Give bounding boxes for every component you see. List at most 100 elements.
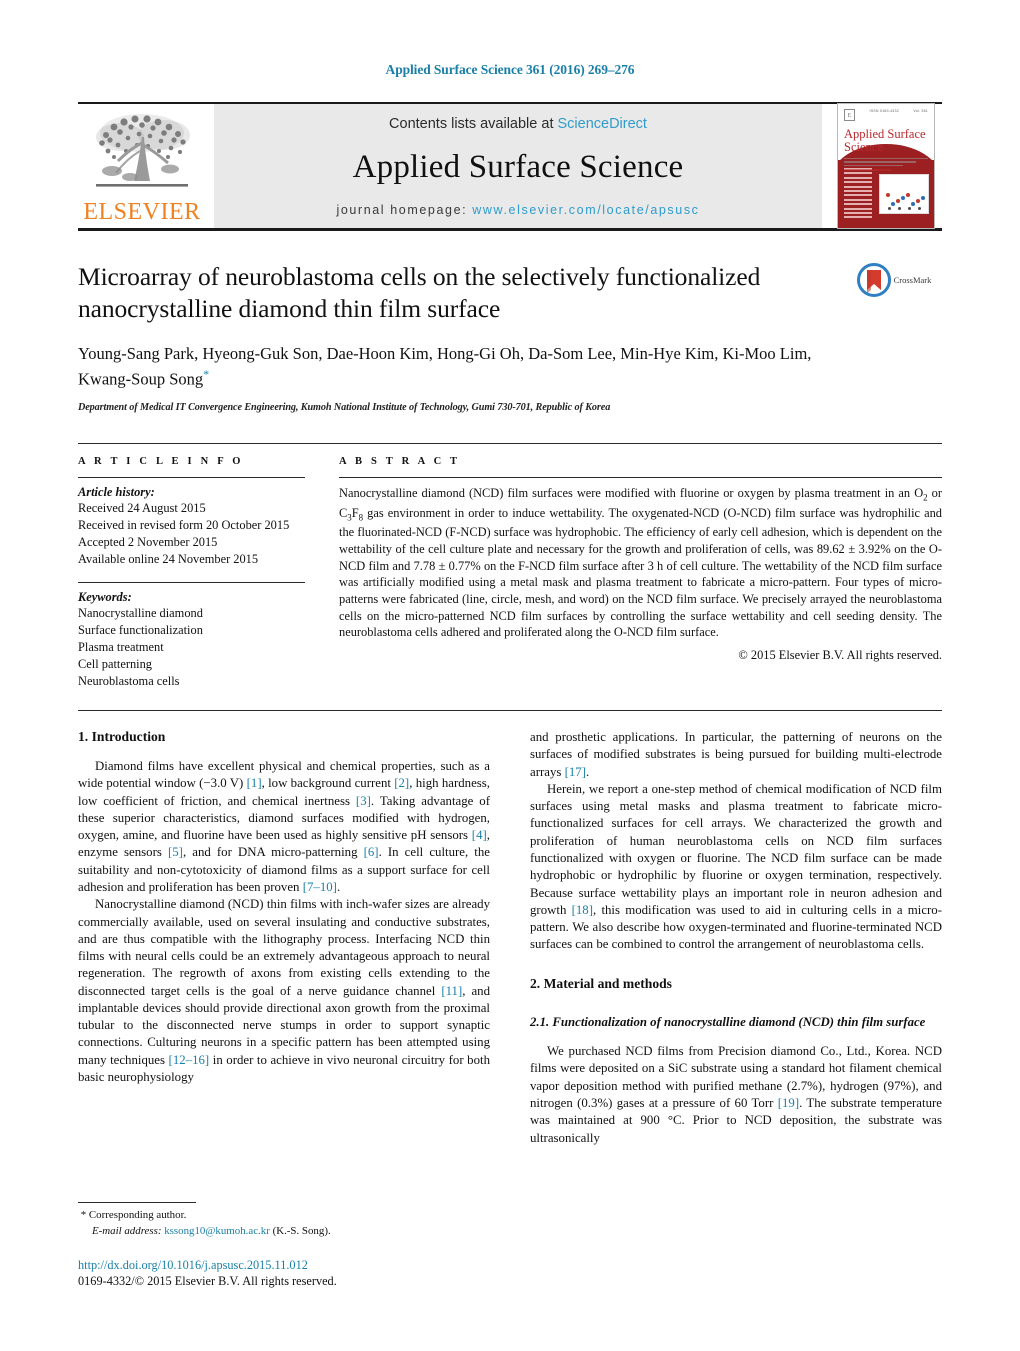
history-item: Received 24 August 2015 bbox=[78, 501, 206, 516]
homepage-prefix: journal homepage: bbox=[336, 203, 468, 217]
body-column-right: and prosthetic applications. In particul… bbox=[530, 729, 942, 1147]
abstract-heading: A B S T R A C T bbox=[339, 456, 461, 468]
cover-figure-inset bbox=[879, 174, 929, 214]
cover-image: E ISSN 0169-4332 Vol. 361 Applied Surfac… bbox=[837, 103, 935, 229]
citation-ref[interactable]: [1] bbox=[247, 776, 262, 790]
cover-rule-3 bbox=[844, 164, 903, 167]
cover-rule-red bbox=[844, 169, 892, 171]
citation-ref[interactable]: [12–16] bbox=[169, 1053, 210, 1067]
cover-contents-lines bbox=[844, 168, 872, 221]
elsevier-tree-icon bbox=[96, 114, 190, 187]
cover-top: E ISSN 0169-4332 Vol. 361 Applied Surfac… bbox=[838, 104, 934, 171]
paragraph: Nanocrystalline diamond (NCD) thin films… bbox=[78, 897, 491, 1084]
corresponding-text: Corresponding author. bbox=[88, 1209, 187, 1222]
running-head: Applied Surface Science 361 (2016) 269–2… bbox=[385, 62, 635, 77]
body-top-rule bbox=[78, 710, 942, 712]
elsevier-wordmark: ELSEVIER bbox=[83, 199, 201, 225]
journal-title: Applied Surface Science bbox=[352, 149, 684, 185]
corresponding-author-marker: * bbox=[203, 367, 210, 382]
keyword-item: Surface functionalization bbox=[78, 623, 203, 638]
keyword-item: Cell patterning bbox=[78, 657, 152, 672]
journal-masthead: ELSEVIER Contents lists available at Sci… bbox=[78, 102, 942, 229]
corresponding-marker: * bbox=[80, 1209, 87, 1222]
crossmark-icon bbox=[856, 263, 891, 297]
keywords-block: Keywords: Nanocrystalline diamond Surfac… bbox=[78, 582, 305, 690]
article-history-label: Article history: bbox=[78, 485, 155, 500]
journal-article-page: Applied Surface Science 361 (2016) 269–2… bbox=[0, 0, 1020, 1351]
masthead-banner: Contents lists available at ScienceDirec… bbox=[214, 104, 822, 228]
cover-issn-code: ISSN 0169-4332 bbox=[869, 109, 899, 113]
footnote-area: * Corresponding author. E-mail address: … bbox=[78, 1202, 490, 1289]
body-column-left: 1. Introduction Diamond films have excel… bbox=[78, 729, 490, 1147]
crossmark-wrap: CrossMark bbox=[846, 261, 942, 413]
keywords-list: Nanocrystalline diamond Surface function… bbox=[78, 605, 305, 690]
elsevier-logo: ELSEVIER bbox=[78, 104, 206, 228]
history-item: Received in revised form 20 October 2015 bbox=[78, 518, 290, 533]
affiliation: Department of Medical IT Convergence Eng… bbox=[78, 402, 611, 414]
keywords-rule bbox=[78, 582, 305, 584]
cover-rule-1 bbox=[844, 157, 928, 160]
history-item: Available online 24 November 2015 bbox=[78, 552, 259, 567]
citation-ref[interactable]: [11] bbox=[441, 984, 462, 998]
masthead-bottom-rule bbox=[78, 228, 942, 231]
paragraph: and prosthetic applications. In particul… bbox=[530, 730, 942, 779]
section-heading-material-methods: 2. Material and methods bbox=[530, 975, 672, 991]
author-list: Young-Sang Park, Hyeong-Guk Son, Dae-Hoo… bbox=[78, 343, 832, 391]
citation-ref[interactable]: [5] bbox=[168, 845, 183, 859]
info-top-rule bbox=[78, 443, 942, 445]
doi-link[interactable]: http://dx.doi.org/10.1016/j.apsusc.2015.… bbox=[78, 1258, 490, 1273]
citation-ref[interactable]: [4] bbox=[472, 828, 487, 842]
citation-ref[interactable]: [6] bbox=[364, 845, 379, 859]
body-columns: 1. Introduction Diamond films have excel… bbox=[78, 729, 942, 1147]
paragraph: Diamond films have excellent physical an… bbox=[78, 759, 490, 894]
sciencedirect-link[interactable]: ScienceDirect bbox=[558, 116, 647, 132]
article-info-rule bbox=[78, 477, 305, 479]
citation-ref[interactable]: [17] bbox=[565, 765, 586, 779]
paragraph: We purchased NCD films from Precision di… bbox=[530, 1044, 942, 1145]
journal-homepage-line: journal homepage: www.elsevier.com/locat… bbox=[336, 203, 699, 217]
author-names: Young-Sang Park, Hyeong-Guk Son, Dae-Hoo… bbox=[78, 344, 812, 389]
abstract-text: Nanocrystalline diamond (NCD) film surfa… bbox=[339, 486, 942, 640]
email-suffix: (K.-S. Song). bbox=[272, 1224, 331, 1237]
abstract-rule bbox=[339, 477, 942, 479]
citation-ref[interactable]: [18] bbox=[572, 903, 593, 917]
paragraph: Herein, we report a one-step method of c… bbox=[530, 781, 942, 952]
title-block: Microarray of neuroblastoma cells on the… bbox=[78, 261, 942, 413]
article-history-list: Received 24 August 2015 Received in revi… bbox=[78, 500, 305, 568]
title-main: Microarray of neuroblastoma cells on the… bbox=[78, 261, 846, 413]
cover-publisher-mark-icon: E bbox=[844, 109, 855, 121]
info-abstract-row: A R T I C L E I N F O Article history: R… bbox=[78, 456, 942, 690]
cover-journal-name: Applied Surface Science bbox=[844, 127, 926, 154]
abstract-column: A B S T R A C T Nanocrystalline diamond … bbox=[323, 456, 942, 690]
section-heading-introduction: 1. Introduction bbox=[78, 729, 166, 745]
citation-ref[interactable]: [19] bbox=[778, 1096, 799, 1110]
email-label: E-mail address: bbox=[92, 1224, 162, 1237]
cover-header-row: E ISSN 0169-4332 Vol. 361 bbox=[844, 109, 928, 121]
page-title: Microarray of neuroblastoma cells on the… bbox=[78, 262, 761, 324]
keyword-item: Plasma treatment bbox=[78, 640, 164, 655]
contents-prefix: Contents lists available at bbox=[389, 116, 554, 132]
citation-ref[interactable]: [3] bbox=[356, 794, 371, 808]
keyword-item: Neuroblastoma cells bbox=[78, 674, 180, 689]
keyword-item: Nanocrystalline diamond bbox=[78, 606, 203, 621]
cover-rule-2 bbox=[844, 161, 917, 163]
corresponding-author-note: * Corresponding author. bbox=[78, 1208, 490, 1223]
contents-list-line: Contents lists available at ScienceDirec… bbox=[389, 116, 647, 132]
article-info-column: A R T I C L E I N F O Article history: R… bbox=[78, 456, 323, 690]
article-info-heading: A R T I C L E I N F O bbox=[78, 456, 244, 468]
footnote-rule bbox=[78, 1202, 196, 1204]
citation-ref[interactable]: [7–10] bbox=[303, 880, 337, 894]
journal-cover-thumbnail: E ISSN 0169-4332 Vol. 361 Applied Surfac… bbox=[830, 103, 942, 229]
email-note: E-mail address: kssong10@kumoh.ac.kr (K.… bbox=[78, 1224, 490, 1239]
cover-subtitle-rules bbox=[844, 157, 928, 171]
cover-volume-code: Vol. 361 bbox=[913, 109, 928, 113]
crossmark-label: CrossMark bbox=[893, 275, 932, 285]
subsection-heading-functionalization: 2.1. Functionalization of nanocrystallin… bbox=[530, 1014, 926, 1029]
email-link[interactable]: kssong10@kumoh.ac.kr bbox=[164, 1225, 270, 1237]
issn-copyright-line: 0169-4332/© 2015 Elsevier B.V. All right… bbox=[78, 1274, 337, 1288]
citation-ref[interactable]: [2] bbox=[394, 776, 409, 790]
homepage-url-link[interactable]: www.elsevier.com/locate/apsusc bbox=[472, 203, 699, 217]
keywords-label: Keywords: bbox=[78, 590, 132, 605]
doi-block: http://dx.doi.org/10.1016/j.apsusc.2015.… bbox=[78, 1258, 490, 1289]
crossmark-badge[interactable]: CrossMark bbox=[856, 263, 932, 297]
